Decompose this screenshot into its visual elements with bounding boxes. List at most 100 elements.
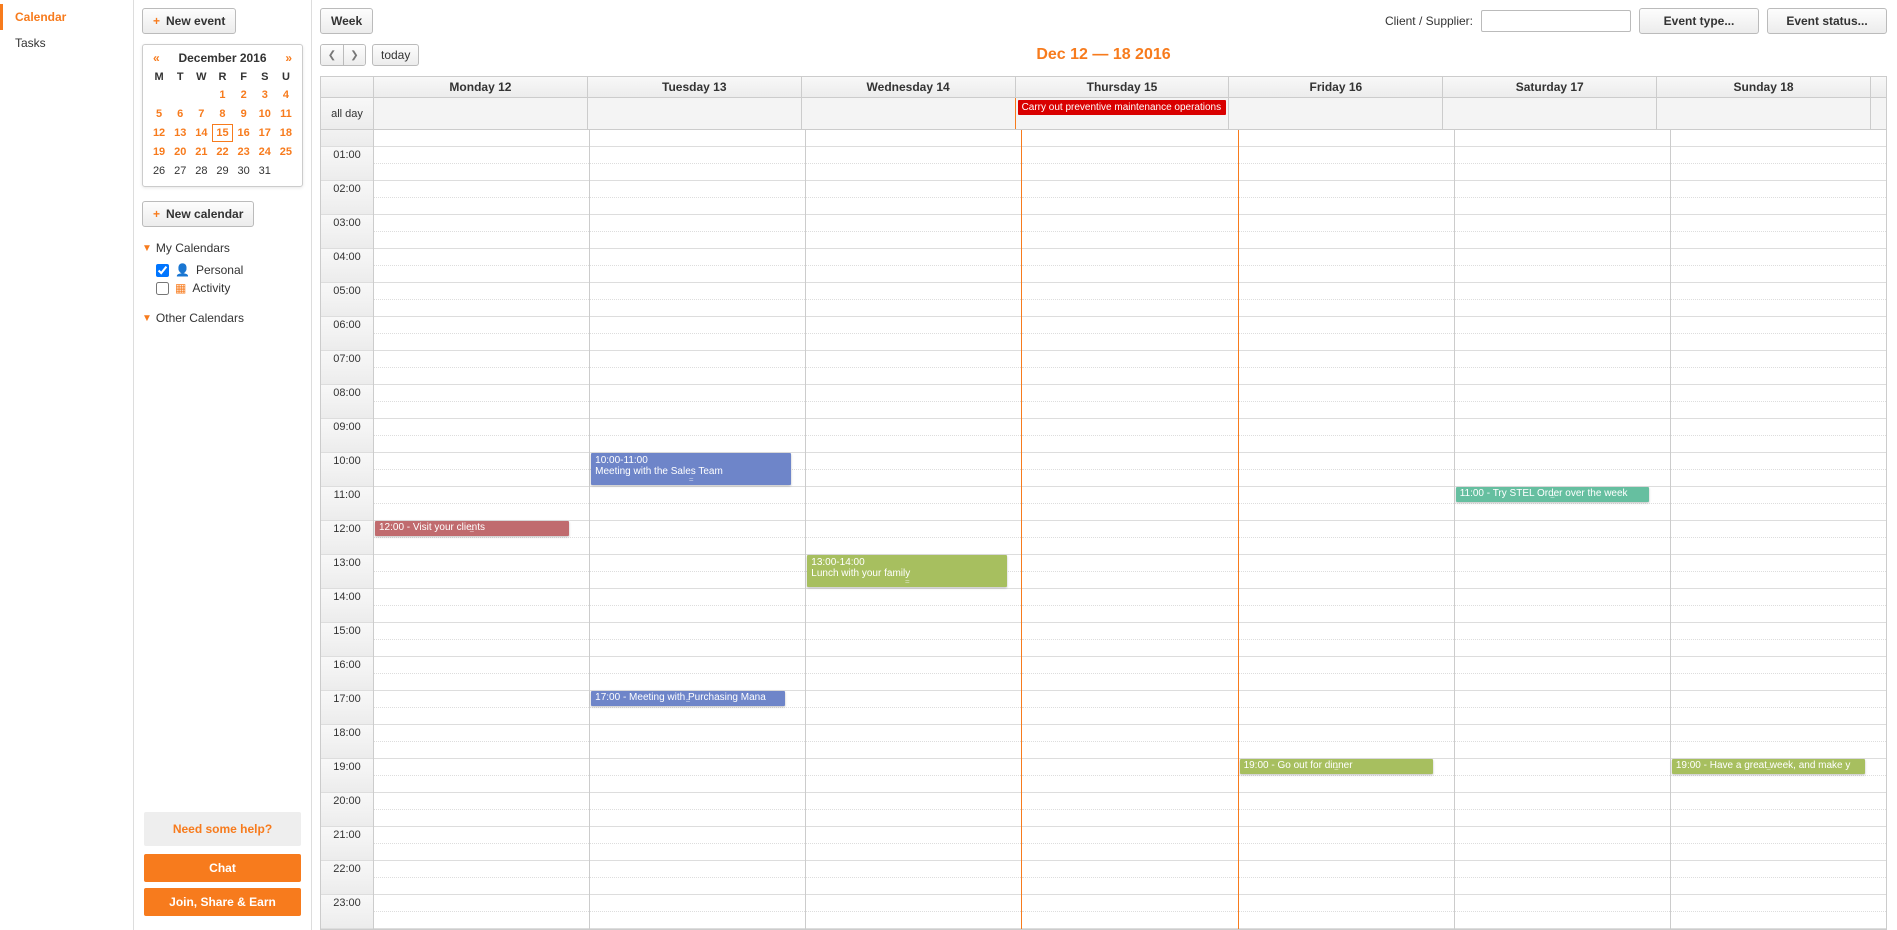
hour-slot[interactable] bbox=[806, 589, 1021, 623]
hour-slot[interactable] bbox=[1022, 385, 1237, 419]
event-status-button[interactable]: Event status... bbox=[1767, 8, 1887, 34]
hour-slot[interactable] bbox=[1022, 487, 1237, 521]
hour-slot[interactable] bbox=[1455, 317, 1670, 351]
nav-calendar[interactable]: Calendar bbox=[0, 4, 133, 30]
calendar-event[interactable]: 11:00 - Try STEL Order over the week= bbox=[1456, 487, 1650, 502]
hour-slot[interactable] bbox=[590, 317, 805, 351]
hour-slot[interactable] bbox=[1239, 351, 1454, 385]
hour-slot[interactable] bbox=[590, 895, 805, 929]
calendar-event[interactable]: 19:00 - Go out for dinner= bbox=[1240, 759, 1434, 774]
hour-slot[interactable] bbox=[374, 215, 589, 249]
help-button[interactable]: Need some help? bbox=[144, 812, 301, 846]
hour-slot[interactable] bbox=[590, 130, 805, 147]
calendar-event[interactable]: 10:00-11:00Meeting with the Sales Team= bbox=[591, 453, 791, 485]
calendar-checkbox[interactable] bbox=[156, 282, 169, 295]
minical-day[interactable]: 10 bbox=[255, 105, 275, 123]
hour-slot[interactable] bbox=[1455, 861, 1670, 895]
hour-slot[interactable] bbox=[806, 793, 1021, 827]
hour-slot[interactable] bbox=[374, 317, 589, 351]
hour-slot[interactable] bbox=[806, 351, 1021, 385]
hour-slot[interactable] bbox=[806, 725, 1021, 759]
hour-slot[interactable] bbox=[1671, 249, 1886, 283]
hour-slot[interactable] bbox=[1239, 487, 1454, 521]
minical-day[interactable]: 4 bbox=[276, 86, 296, 104]
day-column[interactable]: 13:00-14:00Lunch with your family= bbox=[805, 130, 1021, 929]
hour-slot[interactable] bbox=[806, 249, 1021, 283]
hour-slot[interactable] bbox=[806, 385, 1021, 419]
hour-slot[interactable] bbox=[1671, 793, 1886, 827]
resize-handle-icon[interactable]: = bbox=[591, 476, 791, 485]
hour-slot[interactable] bbox=[806, 521, 1021, 555]
hour-slot[interactable] bbox=[1455, 691, 1670, 725]
hour-slot[interactable] bbox=[374, 725, 589, 759]
hour-slot[interactable] bbox=[1455, 181, 1670, 215]
hour-slot[interactable] bbox=[374, 181, 589, 215]
hour-slot[interactable] bbox=[374, 657, 589, 691]
hour-slot[interactable] bbox=[374, 589, 589, 623]
hour-slot[interactable] bbox=[590, 793, 805, 827]
hour-slot[interactable] bbox=[806, 691, 1021, 725]
other-calendars-header[interactable]: ▼ Other Calendars bbox=[142, 311, 303, 325]
hour-slot[interactable] bbox=[374, 283, 589, 317]
event-type-button[interactable]: Event type... bbox=[1639, 8, 1759, 34]
hour-slot[interactable] bbox=[374, 487, 589, 521]
minical-day[interactable]: 5 bbox=[149, 105, 169, 123]
hour-slot[interactable] bbox=[1022, 691, 1237, 725]
next-week-button[interactable]: ❯ bbox=[343, 45, 365, 65]
hour-slot[interactable] bbox=[590, 657, 805, 691]
hour-slot[interactable] bbox=[590, 249, 805, 283]
hour-slot[interactable] bbox=[1022, 521, 1237, 555]
hour-slot[interactable] bbox=[374, 759, 589, 793]
view-week-button[interactable]: Week bbox=[320, 8, 373, 34]
hour-slot[interactable] bbox=[1455, 725, 1670, 759]
chat-button[interactable]: Chat bbox=[144, 854, 301, 882]
minical-day[interactable]: 30 bbox=[234, 162, 254, 180]
hour-slot[interactable] bbox=[1671, 130, 1886, 147]
prev-week-button[interactable]: ❮ bbox=[321, 45, 343, 65]
hour-slot[interactable] bbox=[1455, 793, 1670, 827]
share-button[interactable]: Join, Share & Earn bbox=[144, 888, 301, 916]
minical-day[interactable]: 22 bbox=[212, 143, 232, 161]
hour-slot[interactable] bbox=[1239, 385, 1454, 419]
hour-slot[interactable] bbox=[374, 147, 589, 181]
hour-slot[interactable] bbox=[1455, 215, 1670, 249]
today-button[interactable]: today bbox=[372, 44, 419, 66]
hour-slot[interactable] bbox=[590, 589, 805, 623]
hour-slot[interactable] bbox=[806, 453, 1021, 487]
hour-slot[interactable] bbox=[1239, 317, 1454, 351]
hour-slot[interactable] bbox=[1671, 147, 1886, 181]
hour-slot[interactable] bbox=[1671, 521, 1886, 555]
hour-slot[interactable] bbox=[1455, 351, 1670, 385]
hour-slot[interactable] bbox=[1239, 147, 1454, 181]
hour-slot[interactable] bbox=[1022, 317, 1237, 351]
hour-slot[interactable] bbox=[806, 657, 1021, 691]
hour-slot[interactable] bbox=[1671, 589, 1886, 623]
new-calendar-button[interactable]: + New calendar bbox=[142, 201, 254, 227]
hour-slot[interactable] bbox=[590, 725, 805, 759]
allday-cell[interactable] bbox=[373, 98, 587, 129]
my-calendars-header[interactable]: ▼ My Calendars bbox=[142, 241, 303, 255]
hour-slot[interactable] bbox=[374, 351, 589, 385]
hour-slot[interactable] bbox=[590, 521, 805, 555]
minical-day[interactable]: 13 bbox=[170, 124, 190, 142]
hour-slot[interactable] bbox=[1022, 657, 1237, 691]
hour-slot[interactable] bbox=[374, 419, 589, 453]
hour-slot[interactable] bbox=[1022, 181, 1237, 215]
hour-slot[interactable] bbox=[806, 283, 1021, 317]
hour-slot[interactable] bbox=[590, 759, 805, 793]
hour-slot[interactable] bbox=[1671, 385, 1886, 419]
minical-day[interactable]: 19 bbox=[149, 143, 169, 161]
calendar-scroll[interactable]: 00:0001:0002:0003:0004:0005:0006:0007:00… bbox=[321, 130, 1886, 929]
hour-slot[interactable] bbox=[806, 215, 1021, 249]
hour-slot[interactable] bbox=[1239, 623, 1454, 657]
minical-day[interactable]: 25 bbox=[276, 143, 296, 161]
resize-handle-icon[interactable]: = bbox=[807, 578, 1007, 587]
allday-cell[interactable] bbox=[587, 98, 801, 129]
minical-day[interactable]: 24 bbox=[255, 143, 275, 161]
hour-slot[interactable] bbox=[590, 419, 805, 453]
hour-slot[interactable] bbox=[1455, 623, 1670, 657]
resize-handle-icon[interactable]: = bbox=[375, 527, 569, 536]
hour-slot[interactable] bbox=[1239, 725, 1454, 759]
nav-tasks[interactable]: Tasks bbox=[0, 30, 133, 56]
hour-slot[interactable] bbox=[590, 215, 805, 249]
